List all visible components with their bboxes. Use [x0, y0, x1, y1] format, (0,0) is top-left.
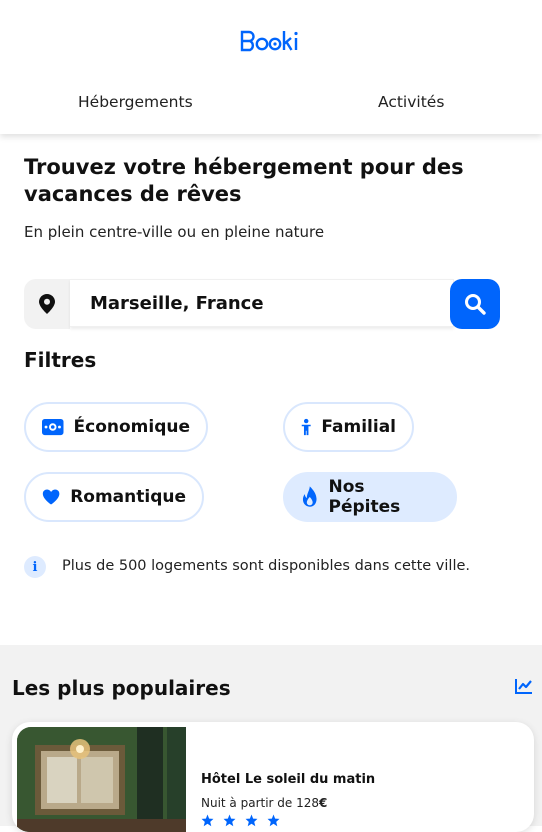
hotel-image [17, 727, 186, 832]
main-nav: Hébergements Activités [0, 93, 542, 117]
availability-text: Plus de 500 logements sont disponibles d… [62, 558, 470, 574]
star-icon [201, 812, 214, 831]
search-input[interactable] [70, 279, 454, 327]
filter-label: Familial [321, 417, 396, 437]
nav-activites[interactable]: Activités [378, 93, 444, 111]
booki-logo[interactable] [0, 28, 542, 56]
trending-chart-icon [515, 678, 533, 698]
filter-label: Économique [73, 417, 191, 437]
filter-economique-button[interactable]: Économique [24, 402, 208, 452]
person-icon [301, 418, 311, 436]
filter-familial-button[interactable]: Familial [283, 402, 414, 452]
page-title: Trouvez votre hébergement pour des vacan… [24, 155, 464, 206]
money-icon [42, 418, 64, 436]
hotel-price-text: Nuit à partir de 128 [201, 796, 320, 810]
filter-nos-pepites-button[interactable]: Nos Pépites [283, 472, 457, 522]
info-icon: i [24, 556, 46, 578]
search-button[interactable] [450, 279, 500, 329]
filter-label: Nos Pépites [328, 477, 401, 517]
popular-section: Les plus populaires Hôtel Le soleil du m… [0, 645, 542, 832]
filters-heading: Filtres [24, 348, 97, 372]
popular-heading: Les plus populaires [12, 676, 231, 700]
search-bar [24, 279, 500, 329]
hotel-name: Hôtel Le soleil du matin [201, 772, 376, 787]
filter-romantique-button[interactable]: Romantique [24, 472, 204, 522]
page-subtitle: En plein centre-ville ou en pleine natur… [24, 223, 325, 241]
logo-wordmark [240, 30, 298, 52]
hotel-price: Nuit à partir de 128€ [201, 796, 327, 810]
heart-icon [42, 489, 60, 505]
flame-icon [302, 486, 317, 507]
availability-info: i Plus de 500 logements sont disponibles… [24, 556, 524, 580]
site-header: Hébergements Activités [0, 0, 542, 134]
star-icon [223, 812, 236, 831]
star-icon [245, 812, 258, 831]
hotel-card[interactable]: Hôtel Le soleil du matin Nuit à partir d… [12, 722, 534, 832]
location-pin-icon [24, 279, 70, 329]
nav-hebergements[interactable]: Hébergements [78, 93, 193, 111]
hotel-rating [201, 812, 284, 827]
search-icon [465, 294, 486, 315]
hotel-price-currency: € [319, 796, 328, 810]
star-icon [267, 812, 280, 831]
filter-label: Romantique [70, 487, 186, 507]
